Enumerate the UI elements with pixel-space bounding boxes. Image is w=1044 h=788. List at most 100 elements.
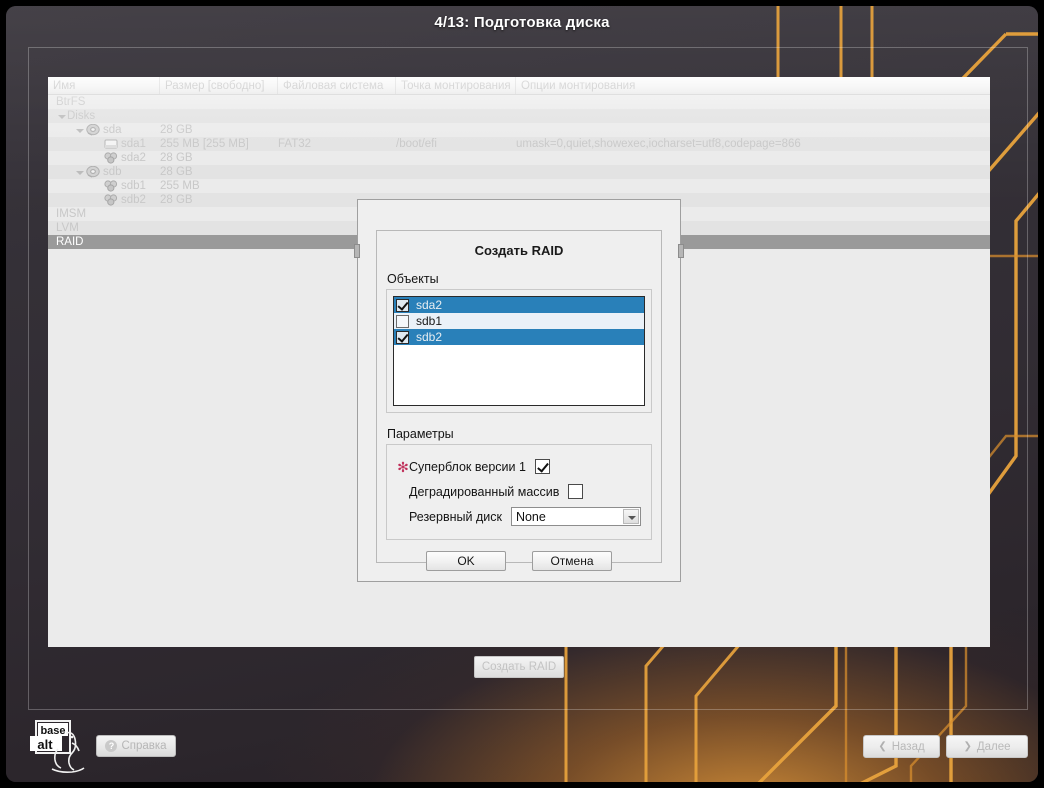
list-item-checkbox[interactable] — [396, 331, 409, 344]
cancel-button[interactable]: Отмена — [532, 551, 612, 571]
dialog-body: Создать RAID Объекты sda2sdb1sdb2 Параме… — [376, 230, 662, 563]
next-button[interactable]: ❯ Далее — [946, 735, 1028, 758]
table-row[interactable]: Disks — [48, 109, 990, 123]
objects-group-label: Объекты — [387, 272, 661, 286]
cell-name: IMSM — [48, 208, 160, 220]
disk-icon — [85, 166, 101, 178]
raid-part-icon — [103, 152, 119, 164]
tree-spacer — [92, 181, 103, 192]
spare-row: Резервный диск None — [387, 504, 651, 529]
table-column-header[interactable]: Опции монтирования — [516, 77, 990, 94]
list-item-label: sdb1 — [416, 314, 442, 328]
table-column-header[interactable]: Имя — [48, 77, 160, 94]
cell-size: 28 GB — [160, 194, 278, 206]
row-name-label: sdb — [103, 166, 122, 178]
basealt-logo: base alt — [28, 719, 90, 775]
row-name-label: IMSM — [56, 208, 86, 220]
svg-text:base: base — [40, 725, 65, 737]
cell-name: sda1 — [48, 138, 160, 150]
cell-size: 255 MB — [160, 180, 278, 192]
table-row[interactable]: sda2 28 GB — [48, 151, 990, 165]
next-button-label: Далее — [977, 741, 1011, 753]
degraded-checkbox[interactable] — [568, 484, 583, 499]
table-column-header[interactable]: Размер [свободно] — [160, 77, 278, 94]
chevron-left-icon: ❮ — [878, 741, 886, 752]
list-item[interactable]: sdb2 — [394, 329, 644, 345]
create-raid-dialog: Создать RAID Объекты sda2sdb1sdb2 Параме… — [357, 199, 681, 582]
cell-name: sda2 — [48, 152, 160, 164]
dialog-button-row: OK Отмена — [377, 551, 661, 571]
cell-size: 28 GB — [160, 124, 278, 136]
list-item-checkbox[interactable] — [396, 315, 409, 328]
table-row[interactable]: sda1 255 MB [255 MB]FAT32/boot/efiumask=0… — [48, 137, 990, 151]
required-marker-icon: ✻ — [397, 461, 409, 473]
question-icon: ? — [105, 740, 117, 752]
screen: 4/13: Подготовка диска base alt ? Спра — [0, 0, 1044, 788]
raid-part-icon — [103, 180, 119, 192]
cell-name: LVM — [48, 222, 160, 234]
degraded-row: Деградированный массив — [387, 479, 651, 504]
row-name-label: sda2 — [121, 152, 146, 164]
tree-spacer — [92, 153, 103, 164]
tree-spacer — [92, 195, 103, 206]
cell-name: sdb2 — [48, 194, 160, 206]
tree-expander-icon[interactable] — [74, 167, 85, 178]
cell-mount-options: umask=0,quiet,showexec,iocharset=utf8,co… — [516, 138, 990, 150]
cell-name: Disks — [48, 110, 160, 122]
resize-grip-left[interactable] — [354, 244, 360, 258]
cell-size: 255 MB [255 MB] — [160, 138, 278, 150]
cell-filesystem: FAT32 — [278, 138, 396, 150]
spare-disk-value: None — [512, 510, 546, 524]
table-column-header[interactable]: Файловая система — [278, 77, 396, 94]
table-row[interactable]: sdb1 255 MB — [48, 179, 990, 193]
superblock-checkbox[interactable] — [535, 459, 550, 474]
dialog-title: Создать RAID — [377, 243, 661, 258]
row-name-label: RAID — [56, 236, 83, 248]
page-title: 4/13: Подготовка диска — [6, 14, 1038, 31]
superblock-row: ✻ Суперблок версии 1 — [387, 454, 651, 479]
cell-name: sdb — [48, 166, 160, 178]
back-button[interactable]: ❮ Назад — [863, 735, 940, 758]
cell-mountpoint: /boot/efi — [396, 138, 516, 150]
svg-text:alt: alt — [37, 737, 53, 752]
back-button-label: Назад — [892, 741, 925, 753]
list-item-label: sdb2 — [416, 330, 442, 344]
objects-groupbox: sda2 sdb1 sdb2 — [386, 289, 652, 413]
row-name-label: Disks — [67, 110, 95, 122]
table-row[interactable]: BtrFS — [48, 95, 990, 109]
chevron-down-icon[interactable] — [623, 509, 639, 524]
tree-expander-icon[interactable] — [56, 111, 67, 122]
list-item-checkbox[interactable] — [396, 299, 409, 312]
table-row[interactable]: sda 28 GB — [48, 123, 990, 137]
list-item-label: sda2 — [416, 298, 442, 312]
list-item[interactable]: sdb1 — [394, 313, 644, 329]
cell-name: RAID — [48, 236, 160, 248]
row-name-label: sda1 — [121, 138, 146, 150]
cell-size: 28 GB — [160, 152, 278, 164]
help-button-label: Справка — [121, 740, 166, 752]
spare-label: Резервный диск — [409, 510, 502, 524]
cell-name: sdb1 — [48, 180, 160, 192]
resize-grip-right[interactable] — [678, 244, 684, 258]
ok-button[interactable]: OK — [426, 551, 506, 571]
list-item[interactable]: sda2 — [394, 297, 644, 313]
superblock-label: Суперблок версии 1 — [409, 460, 526, 474]
cell-size: 28 GB — [160, 166, 278, 178]
create-raid-button[interactable]: Создать RAID — [474, 656, 564, 678]
cell-name: sda — [48, 124, 160, 136]
table-column-header[interactable]: Точка монтирования — [396, 77, 516, 94]
row-name-label: sda — [103, 124, 122, 136]
disk-icon — [85, 124, 101, 136]
row-name-label: sdb1 — [121, 180, 146, 192]
tree-spacer — [92, 139, 103, 150]
tree-expander-icon[interactable] — [74, 125, 85, 136]
params-groupbox: ✻ Суперблок версии 1 Деградированный мас… — [386, 444, 652, 540]
partition-icon — [103, 138, 119, 150]
degraded-label: Деградированный массив — [409, 485, 559, 499]
objects-listbox[interactable]: sda2 sdb1 sdb2 — [393, 296, 645, 406]
help-button[interactable]: ? Справка — [96, 735, 176, 757]
table-row[interactable]: sdb 28 GB — [48, 165, 990, 179]
spare-disk-select[interactable]: None — [511, 507, 641, 526]
cell-name: BtrFS — [48, 96, 160, 108]
row-name-label: sdb2 — [121, 194, 146, 206]
